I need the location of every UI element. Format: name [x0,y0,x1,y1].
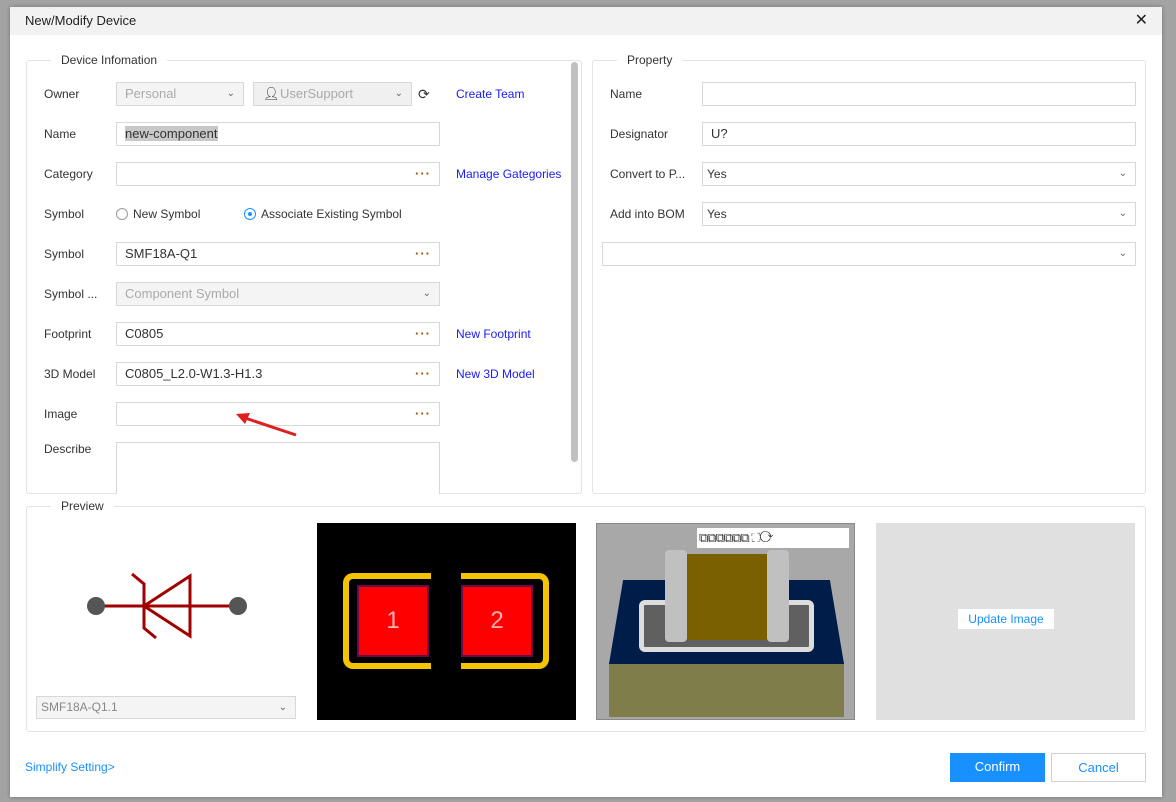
manage-categories-link[interactable]: Manage Gategories [456,167,561,181]
name-value: new-component [125,126,218,141]
symbol-input[interactable]: SMF18A-Q1 ··· [116,242,440,266]
chevron-down-icon: ⌄ [1118,248,1127,259]
simplify-setting-link[interactable]: Simplify Setting> [25,760,115,774]
describe-label: Describe [44,442,92,456]
more-icon[interactable]: ··· [415,363,431,385]
owner-label: Owner [44,87,80,101]
cancel-button[interactable]: Cancel [1051,753,1146,782]
dialog-titlebar: New/Modify Device ✕ [10,7,1162,35]
scrollbar[interactable] [571,62,578,462]
footprint-label: Footprint [44,327,92,341]
property-legend: Property [617,53,683,67]
symbol-label: Symbol [44,247,85,261]
symbol-type-value: Component Symbol [125,286,240,301]
image-label: Image [44,407,78,421]
symbol-type-select[interactable]: Component Symbol ⌄ [116,282,440,306]
extra-property-select[interactable]: ⌄ [602,242,1136,266]
radio-label: New Symbol [133,207,201,221]
view-cube-icons[interactable]: ⧉⧉⧉⧉⧉⧉ [699,530,750,545]
footprint-value: C0805 [125,326,164,341]
new-symbol-radio[interactable]: New Symbol [116,207,200,221]
footprint-preview: 1 2 [317,523,576,720]
chevron-down-icon: ⌄ [422,288,431,299]
bom-value: Yes [707,207,727,221]
designator-input[interactable]: U? [702,122,1136,146]
symbol-mode-label: Symbol [44,207,85,221]
symbol-preview-diode [87,572,247,640]
chevron-down-icon: ⌄ [1118,208,1127,219]
terminal-right [767,550,789,642]
pad-1: 1 [357,585,429,657]
create-team-link[interactable]: Create Team [456,87,524,101]
model3d-label: 3D Model [44,367,96,381]
device-info-legend: Device Infomation [51,53,168,67]
prop-name-input[interactable] [702,82,1136,106]
symbol-part-value: SMF18A-Q1.1 [41,700,118,714]
chevron-down-icon: ⌄ [394,88,403,99]
bom-label: Add into BOM [610,207,685,221]
preview-legend: Preview [51,499,114,513]
designator-label: Designator [610,127,669,141]
3d-model-preview: ⧉⧉⧉⧉⧉⧉ ⛶⟳ [596,523,855,720]
more-icon[interactable]: ··· [415,323,431,345]
model3d-input[interactable]: C0805_L2.0-W1.3-H1.3 ··· [116,362,440,386]
owner-type-value: Personal [125,86,177,101]
name-input[interactable]: new-component [116,122,440,146]
symbol-value: SMF18A-Q1 [125,246,198,261]
convert-select[interactable]: Yes ⌄ [702,162,1136,186]
chevron-down-icon: ⌄ [278,702,287,713]
symbol-type-label: Symbol ... [44,287,98,301]
chevron-down-icon: ⌄ [226,88,235,99]
associate-symbol-radio[interactable]: Associate Existing Symbol [244,207,402,221]
convert-value: Yes [707,167,727,181]
update-image-button[interactable]: Update Image [958,609,1054,629]
rotate-icon[interactable]: ⟳ [759,530,773,545]
category-input[interactable]: ··· [116,162,440,186]
owner-user-value: UserSupport [280,86,353,101]
more-icon[interactable]: ··· [415,163,431,185]
radio-icon [116,208,128,220]
category-label: Category [44,167,93,181]
3d-view-toolbar[interactable]: ⧉⧉⧉⧉⧉⧉ ⛶⟳ [697,528,849,548]
convert-label: Convert to P... [610,167,686,181]
more-icon[interactable]: ··· [415,403,431,425]
chevron-down-icon: ⌄ [1118,168,1127,179]
new-modify-device-dialog: New/Modify Device ✕ Device Infomation Ow… [10,7,1162,797]
new-3d-model-link[interactable]: New 3D Model [456,367,535,381]
close-icon[interactable]: ✕ [1135,7,1148,35]
board-side [609,662,844,717]
radio-selected-icon [244,208,256,220]
pad-2: 2 [461,585,533,657]
model3d-value: C0805_L2.0-W1.3-H1.3 [125,366,263,381]
refresh-icon[interactable]: ⟳ [418,86,430,103]
describe-textarea[interactable] [116,442,440,494]
red-arrow-annotation [236,413,297,437]
owner-user-select[interactable]: 👤︎ UserSupport ⌄ [253,82,412,106]
owner-type-select[interactable]: Personal ⌄ [116,82,244,106]
name-label: Name [44,127,77,141]
bom-select[interactable]: Yes ⌄ [702,202,1136,226]
designator-value: U? [711,126,728,141]
confirm-button[interactable]: Confirm [950,753,1045,782]
image-preview: Update Image [876,523,1135,720]
terminal-left [665,550,687,642]
more-icon[interactable]: ··· [415,243,431,265]
user-icon: 👤︎ [263,86,280,101]
symbol-part-select[interactable]: SMF18A-Q1.1 ⌄ [36,696,296,719]
dialog-title: New/Modify Device [25,13,137,28]
radio-label: Associate Existing Symbol [261,207,402,221]
component-body [685,554,770,640]
prop-name-label: Name [610,87,643,101]
footprint-input[interactable]: C0805 ··· [116,322,440,346]
new-footprint-link[interactable]: New Footprint [456,327,531,341]
